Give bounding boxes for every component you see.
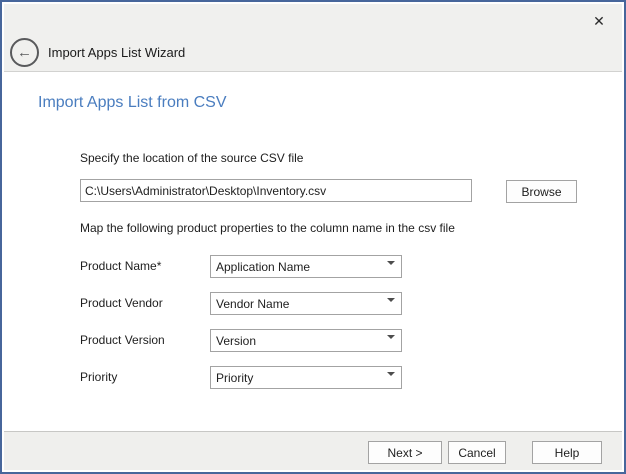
- back-arrow-icon: ←: [17, 45, 32, 60]
- product-version-label: Product Version: [80, 329, 165, 352]
- close-icon: ✕: [593, 13, 605, 30]
- mapping-instruction-label: Map the following product properties to …: [80, 221, 455, 235]
- help-button[interactable]: Help: [532, 441, 602, 464]
- wizard-title: Import Apps List Wizard: [48, 45, 185, 60]
- product-name-combobox[interactable]: Application Name: [210, 255, 402, 278]
- next-button[interactable]: Next >: [368, 441, 442, 464]
- import-apps-wizard-window: ✕ ← Import Apps List Wizard Import Apps …: [0, 0, 626, 474]
- product-name-label: Product Name*: [80, 255, 161, 278]
- chevron-down-icon: [387, 339, 395, 353]
- chevron-down-icon: [387, 376, 395, 390]
- page-title: Import Apps List from CSV: [38, 94, 227, 112]
- priority-combobox[interactable]: Priority: [210, 366, 402, 389]
- chevron-down-icon: [387, 302, 395, 316]
- chevron-down-icon: [387, 265, 395, 279]
- product-vendor-combobox[interactable]: Vendor Name: [210, 292, 402, 315]
- product-name-value: Application Name: [216, 260, 383, 274]
- browse-button[interactable]: Browse: [506, 180, 577, 203]
- cancel-button[interactable]: Cancel: [448, 441, 506, 464]
- product-vendor-label: Product Vendor: [80, 292, 163, 315]
- product-version-value: Version: [216, 334, 383, 348]
- product-version-combobox[interactable]: Version: [210, 329, 402, 352]
- csv-path-input[interactable]: [80, 179, 472, 202]
- back-button[interactable]: ←: [10, 38, 39, 67]
- priority-label: Priority: [80, 366, 117, 389]
- close-button[interactable]: ✕: [588, 10, 610, 32]
- priority-value: Priority: [216, 371, 383, 385]
- source-file-label: Specify the location of the source CSV f…: [80, 151, 303, 165]
- footer-bar: [4, 431, 622, 470]
- product-vendor-value: Vendor Name: [216, 297, 383, 311]
- wizard-header: ✕ ← Import Apps List Wizard: [4, 4, 622, 72]
